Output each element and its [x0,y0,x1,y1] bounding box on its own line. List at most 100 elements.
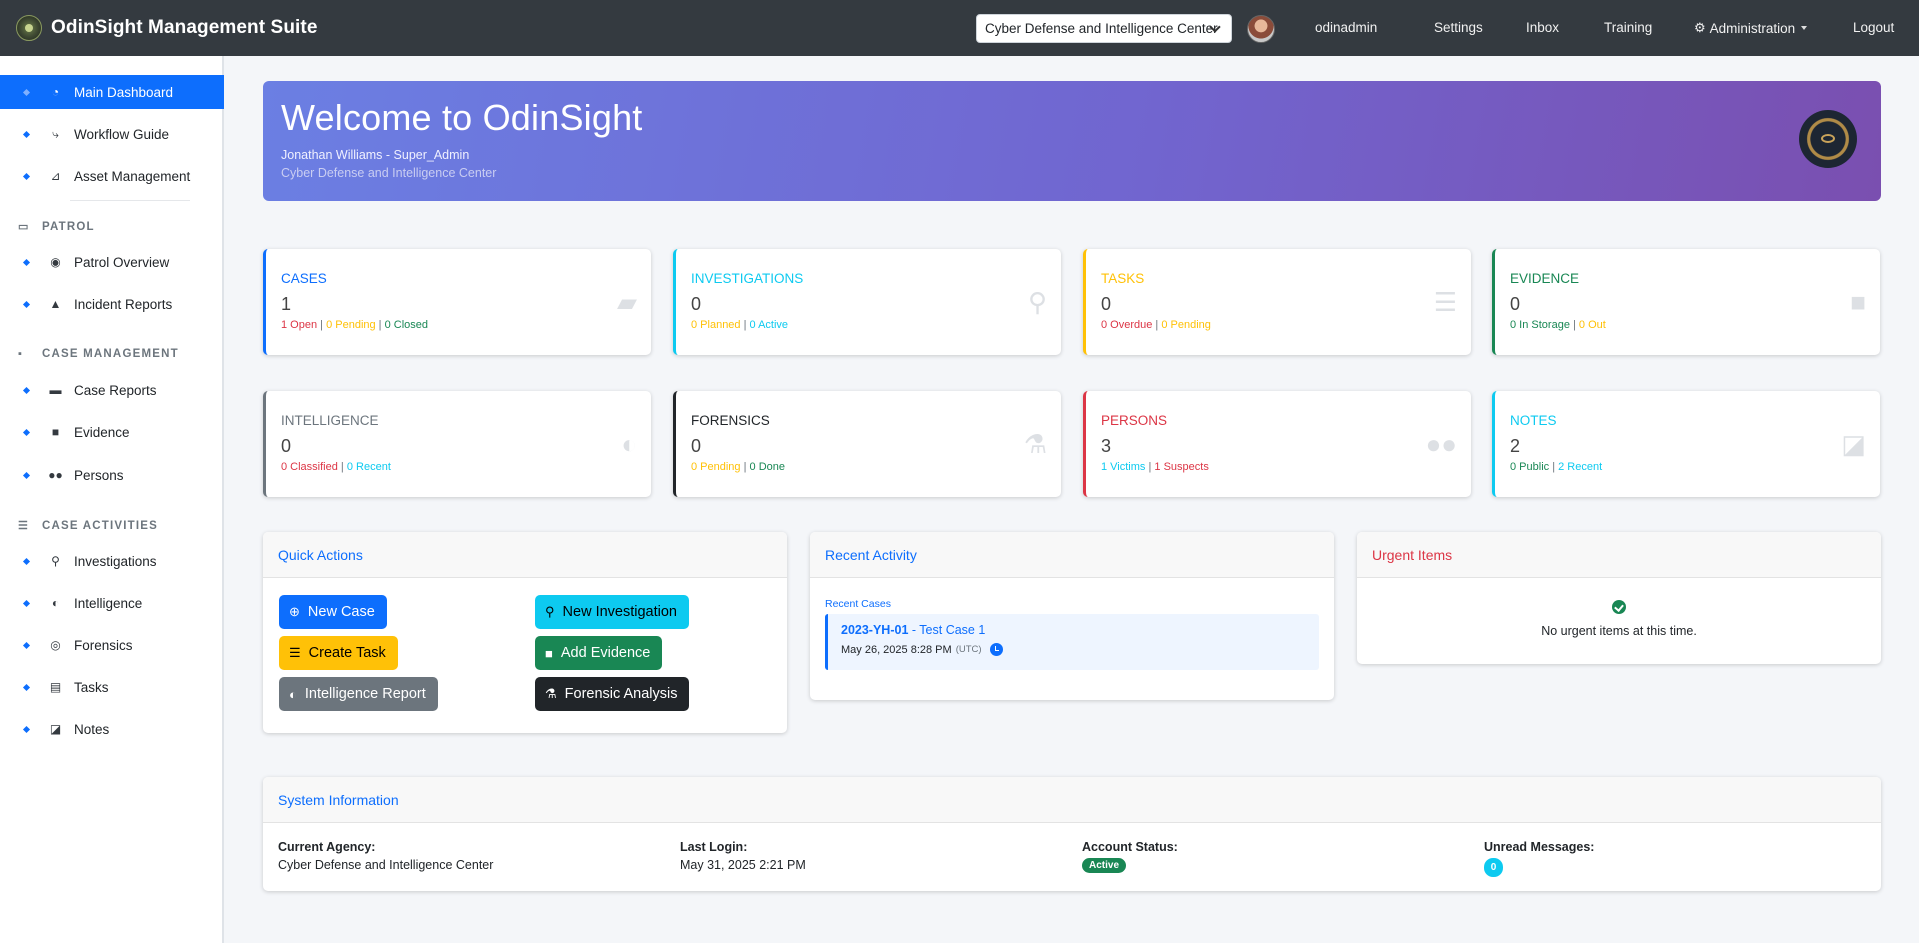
stat-subtext: 0 Planned | 0 Active [691,319,789,331]
sidebar-section-patrol: ▭ PATROL [18,220,95,234]
stat-title: INVESTIGATIONS [691,271,804,286]
note-icon: ◪ [1841,429,1866,459]
new-investigation-button[interactable]: ⚲ New Investigation [535,595,689,629]
box-icon: ■ [51,425,60,439]
brain-icon: ◐ [621,429,637,459]
stat-card-tasks[interactable]: TASKS 0 0 Overdue | 0 Pending ☰ [1083,249,1471,355]
stat-title: PERSONS [1101,413,1168,428]
sidebar-item-label: Tasks [74,679,109,695]
bullet-icon [22,88,31,96]
sidebar-item-case-reports[interactable]: ▬ Case Reports [0,373,224,407]
folder-icon: ▰ [617,287,637,317]
bullet-icon [22,599,31,607]
sidebar-item-notes[interactable]: ◪ Notes [0,712,224,746]
stat-subtext: 0 Classified | 0 Recent [281,461,391,473]
stat-title: EVIDENCE [1510,271,1580,286]
stat-card-notes[interactable]: NOTES 2 0 Public | 2 Recent ◪ [1492,391,1880,497]
administration-dropdown[interactable]: ⚙ Administration [1694,20,1808,36]
briefcase-icon: ▪ [18,348,24,360]
logout-link[interactable]: Logout [1853,20,1894,35]
eye-icon: ◉ [50,255,61,269]
stat-card-evidence[interactable]: EVIDENCE 0 0 In Storage | 0 Out ■ [1492,249,1880,355]
agency-select-value: Cyber Defense and Intelligence Center [985,21,1218,36]
search-icon: ⚲ [1027,287,1047,317]
gauge-icon: ◔ [51,85,60,99]
activity-date-line: May 26, 2025 8:28 PM (UTC) [841,643,1003,656]
stat-title: NOTES [1510,413,1557,428]
stat-count: 2 [1510,436,1521,456]
sidebar-item-investigations[interactable]: ⚲ Investigations [0,544,224,578]
search-icon: ⚲ [51,554,60,568]
stat-count: 1 [281,294,292,314]
panel-title: Recent Activity [810,532,1334,578]
panel-title: Urgent Items [1357,532,1881,578]
check-circle-icon [1612,600,1626,614]
stat-subtext: 0 Overdue | 0 Pending [1101,319,1211,331]
intelligence-report-button[interactable]: ◐ Intelligence Report [279,677,438,711]
bullet-icon [22,725,31,733]
sidebar-item-label: Notes [74,721,110,737]
stat-card-forensics[interactable]: FORENSICS 0 0 Pending | 0 Done ⚗ [673,391,1061,497]
stat-count: 0 [1510,294,1521,314]
new-case-button[interactable]: ⊕ New Case [279,595,387,629]
stat-subtext: 0 Public | 2 Recent [1510,461,1603,473]
warning-icon: ▲ [49,297,62,311]
sidebar-item-persons[interactable]: ●● Persons [0,458,224,492]
sidebar-item-label: Case Reports [74,382,157,398]
current-agency-field: Current Agency: Cyber Defense and Intell… [278,840,494,872]
panel-title: Quick Actions [263,532,787,578]
last-login-field: Last Login: May 31, 2025 2:21 PM [680,840,806,872]
agency-seal-icon [1799,110,1857,168]
sidebar-item-evidence[interactable]: ■ Evidence [0,415,224,449]
stat-title: TASKS [1101,271,1145,286]
create-task-button[interactable]: ☰ Create Task [279,636,398,670]
training-link[interactable]: Training [1604,20,1652,35]
caret-down-icon [1801,26,1808,30]
sidebar-item-tasks[interactable]: ▤ Tasks [0,670,224,704]
stat-card-investigations[interactable]: INVESTIGATIONS 0 0 Planned | 0 Active ⚲ [673,249,1061,355]
activity-case-line[interactable]: 2023-YH-01 - Test Case 1 [841,623,985,637]
section-heading: PATROL [42,220,95,233]
top-navbar: OdinSight Management Suite Cyber Defense… [0,0,1919,56]
route-icon: ⤷ [52,126,59,141]
sidebar-item-forensics[interactable]: ◎ Forensics [0,628,224,662]
stat-card-cases[interactable]: CASES 1 1 Open | 0 Pending | 0 Closed ▰ [263,249,651,355]
users-icon: ●● [48,468,63,482]
forensic-analysis-button[interactable]: ⚗ Forensic Analysis [535,677,690,711]
list-item[interactable]: 2023-YH-01 - Test Case 1 May 26, 2025 8:… [825,614,1319,670]
unread-messages-field: Unread Messages: 0 [1484,840,1594,877]
stat-card-persons[interactable]: PERSONS 3 1 Victims | 1 Suspects ●● [1083,391,1471,497]
stat-count: 0 [691,294,702,314]
stat-subtext: 1 Open | 0 Pending | 0 Closed [281,319,429,331]
stat-title: CASES [281,271,327,286]
welcome-banner: Welcome to OdinSight Jonathan Williams -… [263,81,1881,201]
sidebar-section-case-management: ▪ CASE MANAGEMENT [18,348,179,360]
dolly-icon: ⊿ [50,169,61,183]
list-check-icon: ☰ [289,645,301,660]
add-evidence-button[interactable]: ■ Add Evidence [535,636,663,670]
avatar[interactable] [1247,15,1275,43]
sidebar-item-incident-reports[interactable]: ▲ Incident Reports [0,287,224,321]
stat-subtext: 0 Pending | 0 Done [691,461,786,473]
clock-icon [989,643,1003,656]
stat-subtext: 0 In Storage | 0 Out [1510,319,1606,331]
odinsight-logo-icon [16,15,42,41]
agency-select[interactable]: Cyber Defense and Intelligence Center [976,14,1232,43]
inbox-link[interactable]: Inbox [1526,20,1559,35]
sidebar-item-patrol-overview[interactable]: ◉ Patrol Overview [0,245,224,279]
sidebar-item-asset-management[interactable]: ⊿ Asset Management [0,159,224,193]
username-link[interactable]: odinadmin [1315,20,1377,35]
unread-count-badge: 0 [1484,858,1503,877]
sidebar-item-main-dashboard[interactable]: ◔ Main Dashboard [0,75,224,109]
brand[interactable]: OdinSight Management Suite [16,15,318,41]
stat-count: 0 [281,436,292,456]
sidebar-item-intelligence[interactable]: ◐ Intelligence [0,586,224,620]
bullet-icon [22,300,31,308]
sidebar-item-label: Forensics [74,637,133,653]
sidebar-item-workflow-guide[interactable]: ⤷ Workflow Guide [0,117,224,151]
microscope-icon: ⚗ [1023,429,1047,459]
settings-link[interactable]: Settings [1434,20,1483,35]
stat-card-intelligence[interactable]: INTELLIGENCE 0 0 Classified | 0 Recent ◐ [263,391,651,497]
system-information-panel: System Information Current Agency: Cyber… [263,777,1881,891]
box-icon: ■ [545,645,553,661]
